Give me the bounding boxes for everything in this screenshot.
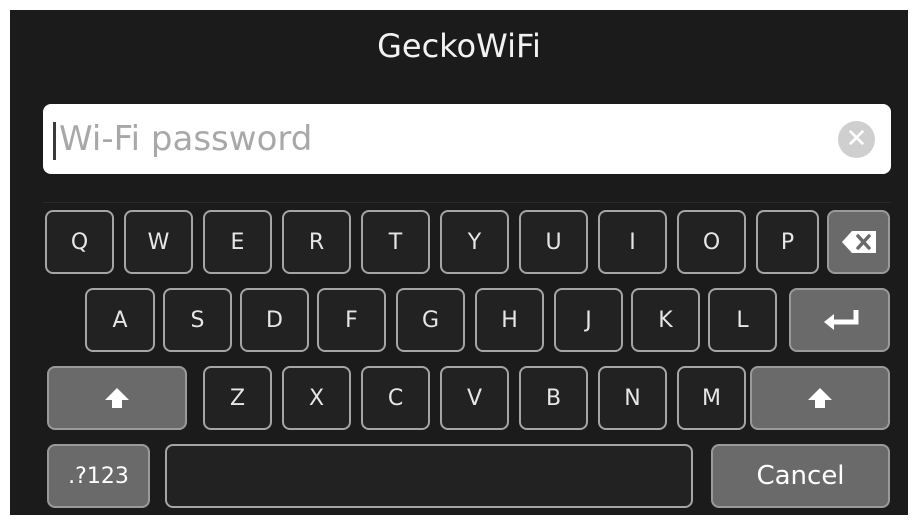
- clear-icon[interactable]: ✕: [838, 121, 875, 158]
- key-label: U: [545, 229, 562, 255]
- key-label: W: [147, 229, 170, 255]
- key-label: K: [658, 307, 673, 333]
- key-label: T: [388, 229, 403, 255]
- key-e[interactable]: E: [203, 210, 272, 274]
- key-k[interactable]: K: [631, 288, 700, 352]
- keyboard-divider: [43, 202, 891, 203]
- shift-icon: [103, 386, 131, 410]
- key-label: N: [624, 385, 641, 411]
- wifi-password-screen: GeckoWiFi ✕ Q W E R T Y U I O P A S D F …: [10, 10, 908, 515]
- key-b[interactable]: B: [519, 366, 588, 430]
- key-label: C: [387, 385, 404, 411]
- key-label: L: [736, 307, 749, 333]
- key-label: G: [421, 307, 440, 333]
- key-j[interactable]: J: [554, 288, 623, 352]
- key-u[interactable]: U: [519, 210, 588, 274]
- key-q[interactable]: Q: [45, 210, 114, 274]
- cancel-button[interactable]: Cancel: [711, 444, 890, 508]
- key-v[interactable]: V: [440, 366, 509, 430]
- key-label: V: [466, 385, 483, 411]
- key-p[interactable]: P: [756, 210, 819, 274]
- key-label: A: [112, 307, 128, 333]
- enter-icon: [818, 308, 862, 332]
- text-caret: [53, 122, 56, 160]
- backspace-key[interactable]: [827, 210, 890, 274]
- numbers-key[interactable]: .?123: [47, 444, 150, 508]
- key-label: F: [345, 307, 358, 333]
- key-label: I: [629, 229, 636, 255]
- backspace-icon: [841, 231, 876, 253]
- key-z[interactable]: Z: [203, 366, 272, 430]
- numbers-key-label: .?123: [68, 463, 129, 489]
- key-d[interactable]: D: [240, 288, 309, 352]
- key-y[interactable]: Y: [440, 210, 509, 274]
- key-c[interactable]: C: [361, 366, 430, 430]
- key-label: M: [702, 385, 721, 411]
- key-label: J: [585, 307, 592, 333]
- key-o[interactable]: O: [677, 210, 746, 274]
- key-label: Q: [70, 229, 89, 255]
- key-a[interactable]: A: [85, 288, 155, 352]
- key-n[interactable]: N: [598, 366, 667, 430]
- key-h[interactable]: H: [475, 288, 544, 352]
- key-label: S: [190, 307, 205, 333]
- key-s[interactable]: S: [163, 288, 232, 352]
- enter-key[interactable]: [789, 288, 890, 352]
- shift-key-right[interactable]: [750, 366, 890, 430]
- shift-key-left[interactable]: [47, 366, 187, 430]
- key-x[interactable]: X: [282, 366, 351, 430]
- key-label: B: [545, 385, 562, 411]
- key-g[interactable]: G: [396, 288, 465, 352]
- screen-title: GeckoWiFi: [377, 27, 541, 65]
- key-label: Z: [229, 385, 246, 411]
- shift-icon: [806, 386, 834, 410]
- key-i[interactable]: I: [598, 210, 667, 274]
- key-label: P: [780, 229, 795, 255]
- key-label: E: [230, 229, 245, 255]
- password-input[interactable]: [59, 112, 819, 166]
- key-label: H: [501, 307, 518, 333]
- key-label: D: [266, 307, 283, 333]
- key-l[interactable]: L: [708, 288, 777, 352]
- key-label: X: [308, 385, 325, 411]
- key-w[interactable]: W: [124, 210, 193, 274]
- key-label: O: [702, 229, 721, 255]
- key-label: Y: [467, 229, 482, 255]
- password-field[interactable]: ✕: [43, 104, 891, 174]
- key-label: R: [308, 229, 325, 255]
- key-f[interactable]: F: [317, 288, 386, 352]
- space-key[interactable]: [165, 444, 693, 508]
- key-m[interactable]: M: [677, 366, 746, 430]
- cancel-label: Cancel: [756, 461, 845, 491]
- key-t[interactable]: T: [361, 210, 430, 274]
- key-r[interactable]: R: [282, 210, 351, 274]
